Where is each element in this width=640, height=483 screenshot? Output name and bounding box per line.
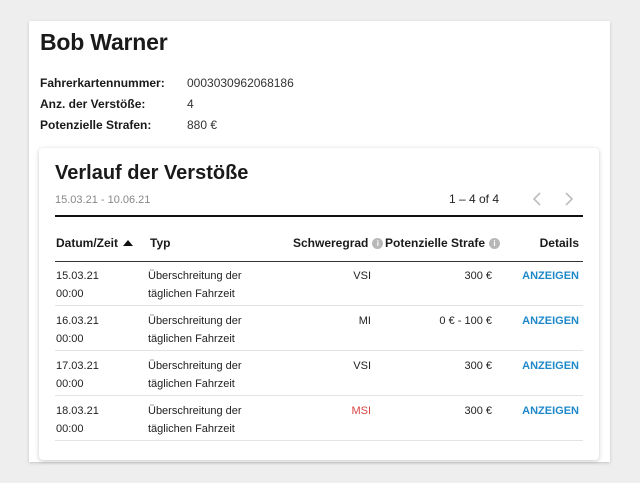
column-header-date[interactable]: Datum/Zeit	[56, 236, 134, 250]
cell-type: Überschreitung der täglichen Fahrzeit	[148, 357, 258, 393]
next-page-button[interactable]	[559, 189, 579, 209]
cell-penalty: 300 €	[464, 405, 492, 417]
cell-type: Überschreitung der täglichen Fahrzeit	[148, 267, 258, 303]
column-header-label: Details	[539, 236, 579, 250]
info-value: 4	[187, 97, 194, 111]
cell-penalty: 0 € - 100 €	[439, 315, 492, 327]
column-header-label: Schweregrad	[293, 236, 369, 250]
cell-type-line: täglichen Fahrzeit	[148, 423, 235, 435]
info-row-card-number: Fahrerkartennummer: 0003030962068186	[40, 73, 294, 94]
panel-title: Verlauf der Verstöße	[55, 162, 249, 184]
driver-card: Bob Warner Fahrerkartennummer: 000303096…	[29, 21, 610, 462]
cell-type: Überschreitung der täglichen Fahrzeit	[148, 402, 258, 438]
cell-type-line: täglichen Fahrzeit	[148, 333, 235, 345]
pagination-label: 1 – 4 of 4	[448, 192, 499, 206]
cell-time: 00:00	[56, 288, 84, 300]
cell-date: 17.03.21	[56, 360, 99, 372]
cell-severity: MI	[358, 315, 371, 327]
table-body: 15.03.21 00:00 Überschreitung der täglic…	[55, 261, 583, 441]
table-row: 16.03.21 00:00 Überschreitung der täglic…	[55, 306, 583, 351]
cell-type: Überschreitung der täglichen Fahrzeit	[148, 312, 258, 348]
header-divider	[55, 215, 583, 217]
date-range: 15.03.21 - 10.06.21	[55, 194, 151, 206]
chevron-left-icon	[532, 192, 541, 206]
previous-page-button[interactable]	[527, 189, 547, 209]
table-row: 17.03.21 00:00 Überschreitung der täglic…	[55, 351, 583, 396]
cell-datetime: 15.03.21 00:00	[56, 267, 126, 303]
cell-penalty: 300 €	[464, 360, 492, 372]
cell-datetime: 18.03.21 00:00	[56, 402, 126, 438]
cell-date: 15.03.21	[56, 270, 99, 282]
table-header: Datum/Zeit Typ Schweregrad i Potenzielle…	[55, 227, 583, 262]
table-row: 15.03.21 00:00 Überschreitung der täglic…	[55, 261, 583, 306]
pagination: 1 – 4 of 4	[449, 189, 579, 209]
info-value: 880 €	[187, 118, 218, 132]
column-header-details: Details	[540, 236, 579, 250]
details-link[interactable]: ANZEIGEN	[522, 312, 579, 330]
cell-type-line: täglichen Fahrzeit	[148, 378, 235, 390]
cell-datetime: 16.03.21 00:00	[56, 312, 126, 348]
info-row-violation-count: Anz. der Verstöße: 4	[40, 94, 294, 115]
driver-info: Fahrerkartennummer: 0003030962068186 Anz…	[40, 73, 294, 136]
cell-time: 00:00	[56, 333, 84, 345]
column-header-label: Typ	[150, 236, 171, 250]
cell-type-line: Überschreitung der	[148, 405, 242, 417]
cell-type-line: täglichen Fahrzeit	[148, 288, 235, 300]
details-link[interactable]: ANZEIGEN	[522, 357, 579, 375]
driver-name: Bob Warner	[40, 29, 168, 55]
table-row: 18.03.21 00:00 Überschreitung der täglic…	[55, 396, 583, 441]
info-value: 0003030962068186	[187, 76, 294, 90]
column-header-severity: Schweregrad i	[293, 236, 384, 250]
column-header-label: Potenzielle Strafe	[385, 236, 486, 250]
info-label: Anz. der Verstöße:	[40, 97, 146, 111]
cell-date: 18.03.21	[56, 405, 99, 417]
column-header-type: Typ	[150, 236, 170, 250]
column-header-label: Datum/Zeit	[56, 236, 119, 250]
cell-type-line: Überschreitung der	[148, 360, 242, 372]
cell-time: 00:00	[56, 423, 84, 435]
cell-severity: MSI	[351, 405, 371, 417]
info-icon[interactable]: i	[372, 237, 384, 249]
column-header-penalty: Potenzielle Strafe i	[385, 236, 501, 250]
info-icon[interactable]: i	[489, 237, 501, 249]
cell-type-line: Überschreitung der	[148, 315, 242, 327]
sort-ascending-icon	[123, 240, 134, 246]
cell-severity: VSI	[353, 270, 371, 282]
info-row-penalties: Potenzielle Strafen: 880 €	[40, 115, 294, 136]
cell-penalty: 300 €	[464, 270, 492, 282]
cell-time: 00:00	[56, 378, 84, 390]
cell-type-line: Überschreitung der	[148, 270, 242, 282]
chevron-right-icon	[565, 192, 574, 206]
info-label: Potenzielle Strafen:	[40, 118, 152, 132]
cell-date: 16.03.21	[56, 315, 99, 327]
cell-severity: VSI	[353, 360, 371, 372]
details-link[interactable]: ANZEIGEN	[522, 267, 579, 285]
details-link[interactable]: ANZEIGEN	[522, 402, 579, 420]
cell-datetime: 17.03.21 00:00	[56, 357, 126, 393]
info-label: Fahrerkartennummer:	[40, 76, 165, 90]
violation-history-panel: Verlauf der Verstöße 15.03.21 - 10.06.21…	[39, 148, 599, 460]
